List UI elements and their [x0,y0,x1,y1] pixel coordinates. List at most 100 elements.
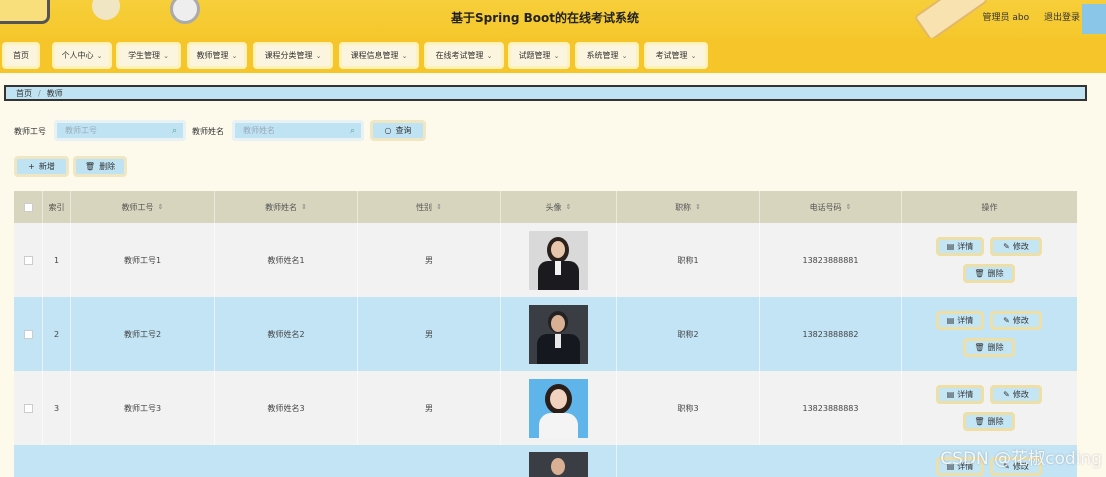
breadcrumb-home[interactable]: 首页 [16,88,32,99]
nav-label: 考试管理 [655,51,688,60]
table-header: 索引 教师工号 ⇕ 教师姓名 ⇕ 性别 ⇕ 头像 ⇕ 职称 ⇕ 电话号码 ⇕ 操作 [14,191,1077,223]
index-cell: 3 [43,371,71,445]
sort-icon: ⇕ [301,203,307,211]
row-select-cell [14,297,43,371]
avatar[interactable] [529,230,588,290]
user-name: 管理员 abo [982,13,1030,23]
col-label: 教师姓名 [265,202,298,212]
col-teacher-name[interactable]: 教师姓名 ⇕ [215,191,358,223]
nav-item-teacher-mgmt[interactable]: 教师管理 ⌄ [187,42,247,69]
col-title[interactable]: 职称 ⇕ [617,191,760,223]
user-area: 管理员 abo 退出登录 [971,10,1081,23]
nav-item-system-mgmt[interactable]: 系统管理 ⌄ [575,42,639,69]
chevron-down-icon: ⌄ [553,51,560,60]
chevron-down-icon: ⌄ [621,51,628,60]
teacher-name-input[interactable]: 教师姓名 ⌕ [232,120,364,141]
watermark: CSDN @花椒coding [940,449,1102,469]
nav-item-exam-mgmt[interactable]: 考试管理 ⌄ [644,42,708,69]
trash-icon: 🗑 [974,269,985,278]
edit-label: 修改 [1012,316,1029,325]
row-checkbox[interactable] [23,403,33,413]
chevron-down-icon: ⌄ [486,51,493,60]
delete-label: 删除 [99,162,116,171]
chevron-down-icon: ⌄ [96,51,103,60]
edit-button[interactable]: ✎ 修改 [990,385,1042,404]
nav-label: 教师管理 [196,51,229,60]
row-select-cell [14,371,43,445]
nav-label: 课程分类管理 [264,51,313,60]
teacher-no-label: 教师工号 [14,127,46,136]
avatar-cell [501,371,617,445]
row-checkbox[interactable] [23,255,33,265]
edit-button[interactable]: ✎ 修改 [990,311,1042,330]
phone-cell: 13823888881 [760,223,902,297]
index-cell: 1 [43,223,71,297]
nav-item-home[interactable]: 首页 [2,42,40,69]
search-icon: ○ [384,126,392,135]
nav-label: 首页 [13,51,29,60]
teacher-no-placeholder: 教师工号 [65,126,97,135]
edit-button[interactable]: ✎ 修改 [990,237,1042,256]
select-all-checkbox[interactable] [23,202,33,212]
delete-button[interactable]: 🗑 删除 [963,264,1015,283]
teacher-no-cell: 教师工号3 [71,371,215,445]
edit-icon: ✎ [1003,242,1010,251]
teacher-no-cell: 教师工号1 [71,223,215,297]
detail-button[interactable]: ▤ 详情 [936,237,984,256]
actions-cell: ▤ 详情 ✎ 修改 🗑 删除 [902,297,1077,371]
nav-item-question-mgmt[interactable]: 试题管理 ⌄ [508,42,570,69]
teacher-no-input[interactable]: 教师工号 ⌕ [54,120,186,141]
avatar-cell [501,297,617,371]
nav-label: 试题管理 [518,51,551,60]
col-index: 索引 [43,191,71,223]
table-row: ▤ 详情 ✎ 修改 [14,445,1077,477]
title-cell: 职称3 [617,371,760,445]
edit-icon: ✎ [1003,316,1010,325]
add-button[interactable]: + 新增 [14,156,69,177]
nav-label: 个人中心 [61,51,94,60]
sort-icon: ⇕ [157,203,164,211]
avatar[interactable] [529,452,588,477]
avatar[interactable] [529,304,588,364]
col-gender[interactable]: 性别 ⇕ [358,191,501,223]
delete-label: 删除 [987,343,1004,352]
detail-button[interactable]: ▤ 详情 [936,385,984,404]
col-label: 索引 [48,202,65,212]
logout-link[interactable]: 退出登录 [1044,13,1080,23]
chevron-down-icon: ⌄ [315,51,322,60]
select-all-cell [14,191,43,223]
teacher-name-cell: 教师姓名1 [215,223,358,297]
edit-label: 修改 [1012,390,1029,399]
nav-item-personal-center[interactable]: 个人中心 ⌄ [52,42,112,69]
delete-button[interactable]: 🗑 删除 [963,412,1015,431]
col-teacher-no[interactable]: 教师工号 ⇕ [71,191,215,223]
detail-label: 详情 [957,316,974,325]
col-avatar[interactable]: 头像 ⇕ [501,191,617,223]
avatar[interactable] [529,378,588,438]
nav-item-course-category[interactable]: 课程分类管理 ⌄ [253,42,333,69]
col-label: 电话号码 [809,202,842,212]
site-title: 基于Spring Boot的在线考试系统 [451,11,639,25]
gender-cell: 男 [358,223,501,297]
teacher-name-label: 教师姓名 [192,127,224,136]
chevron-down-icon: ⌄ [401,51,408,60]
detail-label: 详情 [957,242,974,251]
nav-item-student-mgmt[interactable]: 学生管理 ⌄ [116,42,181,69]
col-phone[interactable]: 电话号码 ⇕ [760,191,902,223]
row-checkbox[interactable] [23,329,33,339]
plus-icon: + [28,162,35,171]
breadcrumb-current: 教师 [46,88,63,98]
nav-item-course-info[interactable]: 课程信息管理 ⌄ [339,42,419,69]
detail-button[interactable]: ▤ 详情 [936,311,984,330]
col-label: 教师工号 [121,202,154,212]
nav-item-online-exam[interactable]: 在线考试管理 ⌄ [424,42,504,69]
col-label: 头像 [545,202,562,212]
batch-delete-button[interactable]: 🗑 删除 [73,156,127,177]
teacher-name-placeholder: 教师姓名 [243,126,275,135]
detail-icon: ▤ [946,316,955,325]
delete-button[interactable]: 🗑 删除 [963,338,1015,357]
detail-label: 详情 [957,390,974,399]
chevron-down-icon: ⌄ [690,51,697,60]
query-button[interactable]: ○ 查询 [370,120,426,141]
breadcrumb-separator: / [38,88,41,98]
